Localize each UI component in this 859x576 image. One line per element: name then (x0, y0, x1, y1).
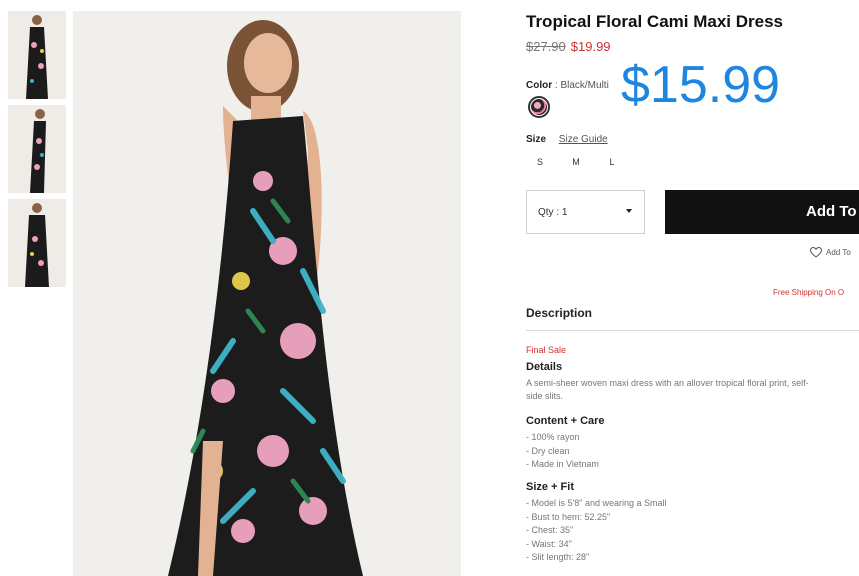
list-item: - Slit length: 28" (526, 552, 590, 562)
thumbnail-1-image (8, 11, 66, 99)
details-line-2: side slits. (526, 391, 564, 401)
description-heading: Description (526, 306, 593, 320)
product-info: Tropical Floral Cami Maxi Dress $27.90 $1… (526, 0, 859, 576)
final-sale-label: Final Sale (526, 345, 567, 355)
add-to-wishlist-link[interactable]: Add To (810, 247, 851, 258)
thumbnail-3-image (8, 199, 66, 287)
thumbnail-list (8, 11, 66, 293)
add-to-bag-button[interactable]: Add To (665, 190, 859, 234)
size-fit-list: - Model is 5'8" and wearing a Small - Bu… (526, 497, 666, 565)
size-guide-link[interactable]: Size Guide (559, 134, 608, 145)
size-option-s[interactable]: S (530, 157, 550, 167)
list-item: - Chest: 35" (526, 525, 574, 535)
original-price: $27.90 (526, 39, 566, 54)
size-fit-heading: Size + Fit (526, 481, 574, 493)
list-item: - 100% rayon (526, 432, 580, 442)
free-shipping-notice[interactable]: Free Shipping On O (773, 288, 844, 297)
product-title: Tropical Floral Cami Maxi Dress (526, 12, 783, 31)
wishlist-label: Add To (826, 248, 851, 257)
color-value: Black/Multi (560, 80, 609, 91)
quantity-value: Qty : 1 (538, 207, 568, 218)
caret-down-icon (626, 209, 632, 213)
list-item: - Made in Vietnam (526, 459, 599, 469)
list-item: - Bust to hem: 52.25" (526, 511, 611, 522)
thumbnail-3[interactable] (8, 199, 66, 287)
content-care-heading: Content + Care (526, 415, 605, 427)
price-row: $27.90 $19.99 (526, 39, 611, 54)
add-to-bag-label: Add To (806, 203, 857, 220)
details-heading: Details (526, 361, 563, 373)
color-separator: : (554, 80, 558, 91)
list-item: - Dry clean (526, 445, 570, 456)
size-label: Size (526, 134, 547, 145)
color-row: Color : Black/Multi (526, 80, 609, 91)
size-option-m[interactable]: M (566, 157, 586, 167)
sale-price: $19.99 (570, 39, 611, 54)
list-item: - Model is 5'8" and wearing a Small (526, 498, 667, 508)
heart-icon (810, 247, 822, 258)
color-label: Color (526, 80, 553, 91)
thumbnail-2-image (8, 105, 66, 193)
size-row: Size Size Guide (526, 134, 608, 145)
color-swatch-black-multi[interactable] (528, 96, 550, 118)
quantity-select[interactable]: Qty : 1 (526, 190, 645, 234)
model-photo (73, 11, 461, 576)
list-item: - Waist: 34" (526, 538, 572, 549)
divider (526, 330, 859, 331)
main-product-image (73, 11, 461, 576)
promo-price-overlay: $15.99 (621, 56, 781, 114)
details-line-1: A semi-sheer woven maxi dress with an al… (526, 378, 809, 388)
size-option-l[interactable]: L (602, 157, 622, 167)
thumbnail-2[interactable] (8, 105, 66, 193)
content-care-list: - 100% rayon - Dry clean - Made in Vietn… (526, 431, 599, 472)
swatch-image (531, 99, 547, 115)
thumbnail-1[interactable] (8, 11, 66, 99)
